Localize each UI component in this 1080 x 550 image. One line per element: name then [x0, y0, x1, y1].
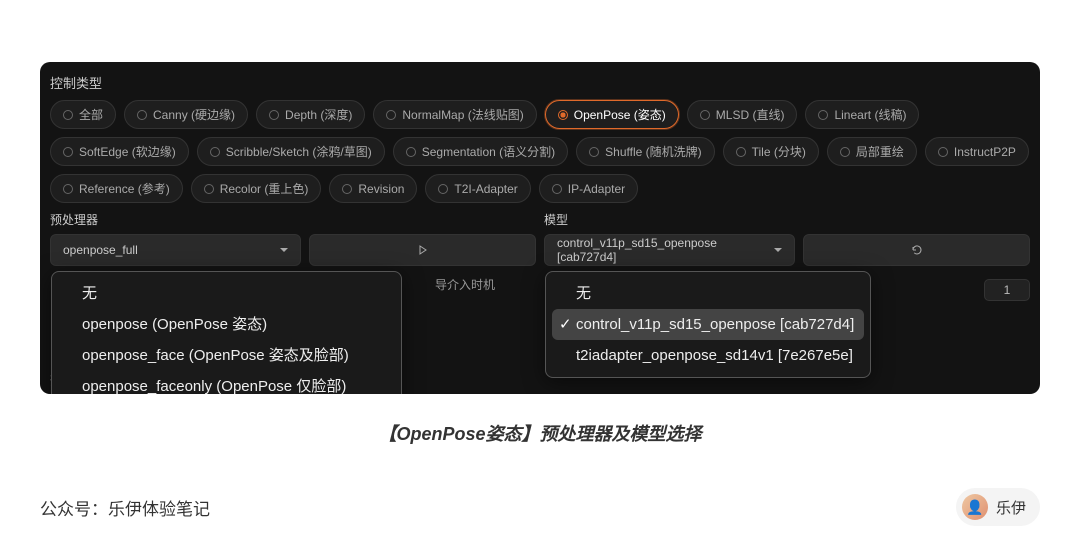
control-type-pill-label: Reference (参考) — [79, 180, 170, 197]
model-dropdown: 无control_v11p_sd15_openpose [cab727d4]t2… — [545, 271, 871, 378]
control-type-pill-label: 局部重绘 — [856, 143, 904, 160]
avatar: 👤 — [962, 494, 988, 520]
control-type-pill[interactable]: Segmentation (语义分割) — [393, 137, 568, 166]
control-type-pill[interactable]: 局部重绘 — [827, 137, 917, 166]
control-type-pill-label: Revision — [358, 182, 404, 196]
control-type-pill-label: Canny (硬边缘) — [153, 106, 235, 123]
timing-value-input[interactable]: 1 — [984, 279, 1030, 301]
radio-dot-icon — [342, 184, 352, 194]
radio-dot-icon — [137, 110, 147, 120]
control-type-label: 控制类型 — [50, 67, 1030, 100]
radio-dot-icon — [204, 184, 214, 194]
control-type-pill-label: SoftEdge (软边缘) — [79, 143, 176, 160]
dropdown-item[interactable]: openpose (OpenPose 姿态) — [58, 309, 395, 340]
preprocessor-label: 预处理器 — [50, 211, 536, 228]
radio-dot-icon — [438, 184, 448, 194]
preprocessor-select-value: openpose_full — [63, 243, 138, 257]
radio-dot-icon — [589, 147, 599, 157]
radio-dot-icon — [552, 184, 562, 194]
control-type-pill-label: MLSD (直线) — [716, 106, 785, 123]
radio-dot-icon — [938, 147, 948, 157]
dropdown-item[interactable]: openpose_face (OpenPose 姿态及脸部) — [58, 340, 395, 371]
control-type-pill[interactable]: Reference (参考) — [50, 174, 183, 203]
radio-dot-icon — [840, 147, 850, 157]
model-select-value: control_v11p_sd15_openpose [cab727d4] — [557, 236, 774, 264]
radio-dot-icon — [700, 110, 710, 120]
control-type-pill-label: Shuffle (随机洗牌) — [605, 143, 701, 160]
control-type-pill-label: Segmentation (语义分割) — [422, 143, 555, 160]
control-type-pill[interactable]: Lineart (线稿) — [805, 100, 919, 129]
dropdown-item[interactable]: 无 — [58, 278, 395, 309]
control-type-pill[interactable]: Canny (硬边缘) — [124, 100, 248, 129]
radio-dot-icon — [386, 110, 396, 120]
radio-dot-icon — [63, 184, 73, 194]
control-type-pill[interactable]: Recolor (重上色) — [191, 174, 322, 203]
author-badge: 👤 乐伊 — [956, 488, 1040, 526]
dropdown-item[interactable]: openpose_faceonly (OpenPose 仅脸部) — [58, 371, 395, 394]
chevron-down-icon — [774, 248, 782, 252]
control-type-row: 全部 Canny (硬边缘) Depth (深度) NormalMap (法线贴图) O… — [50, 100, 1030, 203]
run-preprocessor-button[interactable] — [309, 234, 536, 266]
control-type-pill-label: Tile (分块) — [752, 143, 806, 160]
radio-dot-icon — [63, 110, 73, 120]
control-type-pill-label: Lineart (线稿) — [834, 106, 906, 123]
controlnet-panel: 控制类型 全部 Canny (硬边缘) Depth (深度) NormalMap (法… — [40, 62, 1040, 394]
control-type-pill[interactable]: Shuffle (随机洗牌) — [576, 137, 714, 166]
radio-dot-icon — [736, 147, 746, 157]
radio-dot-icon — [818, 110, 828, 120]
control-type-pill-label: Recolor (重上色) — [220, 180, 309, 197]
control-type-pill-label: NormalMap (法线贴图) — [402, 106, 523, 123]
control-type-pill[interactable]: MLSD (直线) — [687, 100, 798, 129]
author-name: 乐伊 — [996, 497, 1026, 518]
control-type-pill[interactable]: Depth (深度) — [256, 100, 365, 129]
control-type-pill[interactable]: InstructP2P — [925, 137, 1029, 166]
control-type-pill-label: T2I-Adapter — [454, 182, 517, 196]
control-type-pill-label: Depth (深度) — [285, 106, 352, 123]
image-caption: 【OpenPose姿态】预处理器及模型选择 — [40, 420, 1040, 446]
control-type-pill[interactable]: Scribble/Sketch (涂鸦/草图) — [197, 137, 385, 166]
radio-dot-icon — [210, 147, 220, 157]
dropdown-item[interactable]: control_v11p_sd15_openpose [cab727d4] — [552, 309, 864, 340]
control-type-pill[interactable]: Revision — [329, 174, 417, 203]
control-type-pill[interactable]: NormalMap (法线贴图) — [373, 100, 536, 129]
chevron-down-icon — [280, 248, 288, 252]
control-type-pill-label: InstructP2P — [954, 145, 1016, 159]
control-type-pill-label: OpenPose (姿态) — [574, 106, 666, 123]
control-type-pill-label: IP-Adapter — [568, 182, 625, 196]
refresh-model-button[interactable] — [803, 234, 1030, 266]
control-type-pill[interactable]: Tile (分块) — [723, 137, 819, 166]
control-type-pill[interactable]: OpenPose (姿态) — [545, 100, 679, 129]
model-label: 模型 — [544, 211, 1030, 228]
radio-dot-icon — [269, 110, 279, 120]
radio-dot-icon — [558, 110, 568, 120]
control-type-pill[interactable]: SoftEdge (软边缘) — [50, 137, 189, 166]
timing-label: 导介入时机 — [435, 276, 495, 293]
radio-dot-icon — [406, 147, 416, 157]
control-type-pill[interactable]: 全部 — [50, 100, 116, 129]
control-type-pill[interactable]: IP-Adapter — [539, 174, 638, 203]
radio-dot-icon — [63, 147, 73, 157]
refresh-icon — [911, 244, 923, 256]
dropdown-item[interactable]: 无 — [552, 278, 864, 309]
preprocessor-select[interactable]: openpose_full 无openpose (OpenPose 姿态)ope… — [50, 234, 301, 266]
control-type-pill[interactable]: T2I-Adapter — [425, 174, 530, 203]
footer-source: 公众号：乐伊体验笔记 — [40, 495, 210, 520]
control-type-pill-label: 全部 — [79, 106, 103, 123]
play-icon — [418, 245, 428, 255]
control-type-pill-label: Scribble/Sketch (涂鸦/草图) — [226, 143, 372, 160]
model-select[interactable]: control_v11p_sd15_openpose [cab727d4] 无c… — [544, 234, 795, 266]
preprocessor-dropdown: 无openpose (OpenPose 姿态)openpose_face (Op… — [51, 271, 402, 394]
dropdown-item[interactable]: t2iadapter_openpose_sd14v1 [7e267e5e] — [552, 340, 864, 371]
